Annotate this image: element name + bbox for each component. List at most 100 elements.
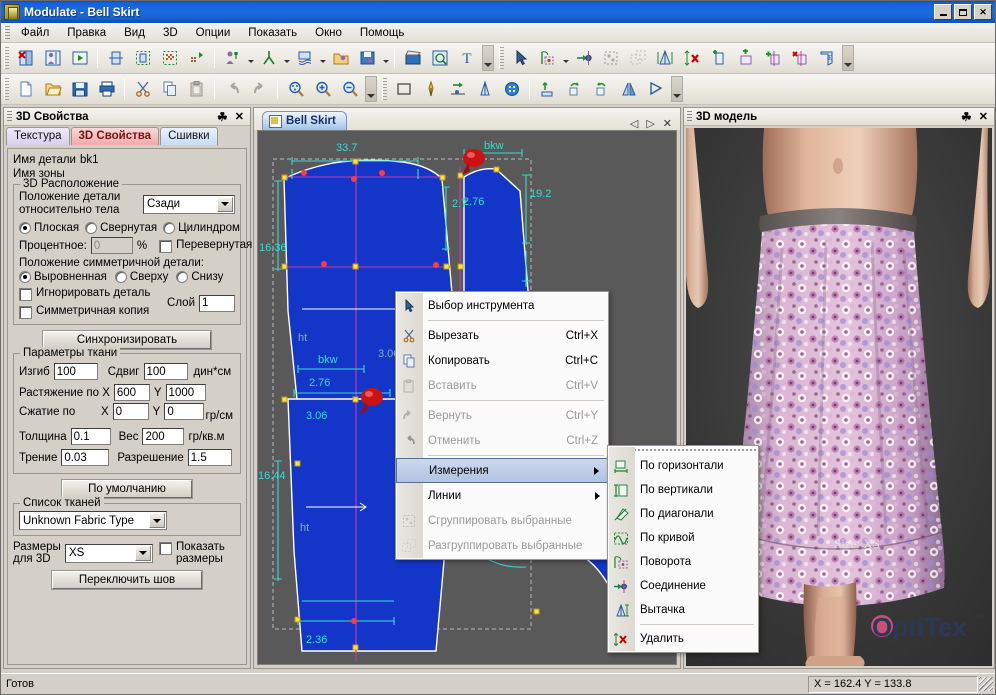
avatar-dress-icon[interactable] xyxy=(40,46,65,70)
symmetric-option-bottom[interactable]: Снизу xyxy=(176,271,223,283)
document-tab-bell-skirt[interactable]: Bell Skirt xyxy=(262,111,347,130)
mirror-icon[interactable] xyxy=(616,77,641,101)
dart-tool-icon[interactable] xyxy=(652,46,677,70)
tab-seams[interactable]: Сшивки xyxy=(160,127,218,145)
chevron-down-icon[interactable] xyxy=(561,46,570,70)
button-icon[interactable] xyxy=(499,77,524,101)
redo-icon[interactable] xyxy=(247,77,272,101)
close-icon[interactable]: ✕ xyxy=(235,110,244,124)
text-icon[interactable]: T xyxy=(454,46,479,70)
close-icon[interactable]: ✕ xyxy=(979,110,988,124)
close-button[interactable]: ✕ xyxy=(974,4,992,20)
menu-help[interactable]: Помощь xyxy=(351,25,413,41)
cylinder-icon[interactable] xyxy=(103,46,128,70)
delete-measure-icon[interactable] xyxy=(679,46,704,70)
zoom-in-icon[interactable] xyxy=(310,77,335,101)
chevron-down-icon[interactable] xyxy=(135,546,151,561)
render-icon[interactable] xyxy=(427,46,452,70)
toggle-seam-button[interactable]: Переключить шов xyxy=(52,571,202,589)
avatar-tools-icon[interactable] xyxy=(220,46,245,70)
layer-input[interactable] xyxy=(199,295,235,312)
body-position-select[interactable]: Сзади xyxy=(143,195,235,214)
group-icon[interactable] xyxy=(598,46,623,70)
flip-piece-icon[interactable] xyxy=(589,77,614,101)
friction-input[interactable] xyxy=(61,449,109,466)
chevron-down-icon[interactable] xyxy=(149,513,165,528)
measurements-submenu[interactable]: По горизонтали По вертикали По диагонали… xyxy=(607,445,759,653)
toolbar-grip[interactable] xyxy=(499,47,504,69)
dart-icon[interactable] xyxy=(472,77,497,101)
compress-x-input[interactable] xyxy=(113,403,149,420)
print-icon[interactable] xyxy=(94,77,119,101)
add-outline-icon[interactable] xyxy=(733,46,758,70)
toolbar-grip[interactable] xyxy=(4,47,9,69)
reflect-icon[interactable] xyxy=(643,77,668,101)
chevron-down-icon[interactable] xyxy=(217,197,233,212)
zoom-out-icon[interactable] xyxy=(337,77,362,101)
shape-option-folded[interactable]: Свернутая xyxy=(85,222,157,234)
menu-item-copy[interactable]: Копировать Ctrl+C xyxy=(396,348,608,373)
submenu-item-rotation[interactable]: Поворота xyxy=(608,550,758,574)
submenu-item-horizontal[interactable]: По горизонтали xyxy=(608,454,758,478)
save-avatar-icon[interactable] xyxy=(355,46,380,70)
export-piece-icon[interactable]: E xyxy=(814,46,839,70)
symmetric-option-top[interactable]: Сверху xyxy=(115,271,168,283)
mirror-copy-checkbox[interactable]: Симметричная копия xyxy=(19,305,167,319)
open-icon[interactable] xyxy=(40,77,65,101)
new-icon[interactable] xyxy=(13,77,38,101)
cloth-simulate-icon[interactable] xyxy=(13,46,38,70)
open-avatar-icon[interactable] xyxy=(328,46,353,70)
avatar-pose-icon[interactable] xyxy=(256,46,281,70)
ungroup-icon[interactable] xyxy=(625,46,650,70)
shape-option-cylinder[interactable]: Цилиндром xyxy=(163,222,240,234)
mesh-grid-icon[interactable] xyxy=(157,46,182,70)
chevron-down-icon[interactable] xyxy=(246,46,255,70)
play-simulation-icon[interactable] xyxy=(67,46,92,70)
select-arrow-icon[interactable] xyxy=(508,46,533,70)
menu-item-cut[interactable]: Вырезать Ctrl+X xyxy=(396,323,608,348)
submenu-item-curve[interactable]: По кривой xyxy=(608,526,758,550)
nav-prev-button[interactable]: ◁ xyxy=(630,117,638,130)
maximize-button[interactable] xyxy=(954,4,972,20)
panel-grip[interactable] xyxy=(687,111,692,123)
menu-options[interactable]: Опции xyxy=(187,25,240,41)
add-piece-icon[interactable] xyxy=(706,46,731,70)
tab-3d-properties[interactable]: 3D Свойства xyxy=(71,127,160,145)
shape-option-flat[interactable]: Плоская xyxy=(19,222,79,234)
resize-grip[interactable] xyxy=(979,677,993,691)
menu-edit[interactable]: Правка xyxy=(58,25,115,41)
bend-input[interactable] xyxy=(54,363,98,380)
rectangle-icon[interactable] xyxy=(391,77,416,101)
save-icon[interactable] xyxy=(67,77,92,101)
size-select[interactable]: XS xyxy=(65,544,153,563)
stretch-x-input[interactable] xyxy=(114,384,150,401)
toolbar-overflow-button[interactable] xyxy=(482,45,494,71)
menu-item-select-tool[interactable]: Выбор инструмента xyxy=(396,293,608,318)
connect-icon[interactable] xyxy=(571,46,596,70)
pin-icon[interactable]: ☘ xyxy=(961,110,972,124)
chevron-down-icon[interactable] xyxy=(318,46,327,70)
menu-show[interactable]: Показать xyxy=(239,25,306,41)
menu-view[interactable]: Вид xyxy=(115,25,154,41)
rotate-piece-icon[interactable] xyxy=(562,77,587,101)
tab-texture[interactable]: Текстура xyxy=(6,127,70,145)
menu-file[interactable]: Файл xyxy=(12,25,58,41)
toolbar-grip[interactable] xyxy=(382,78,387,100)
defaults-button[interactable]: По умолчанию xyxy=(62,480,192,498)
toolbar-overflow-button[interactable] xyxy=(842,45,854,71)
weight-input[interactable] xyxy=(142,428,184,445)
menu-3d[interactable]: 3D xyxy=(154,25,187,41)
chevron-down-icon[interactable] xyxy=(282,46,291,70)
paste-icon[interactable] xyxy=(184,77,209,101)
context-menu[interactable]: Выбор инструмента Вырезать Ctrl+X Копиро… xyxy=(395,291,609,560)
nav-next-button[interactable]: ▷ xyxy=(646,117,654,130)
movie-icon[interactable] xyxy=(400,46,425,70)
seam-icon[interactable] xyxy=(535,77,560,101)
compress-y-input[interactable] xyxy=(164,403,204,420)
undo-icon[interactable] xyxy=(220,77,245,101)
pin-icon[interactable]: ☘ xyxy=(217,110,228,124)
submenu-item-vertical[interactable]: По вертикали xyxy=(608,478,758,502)
rotate-tool-icon[interactable] xyxy=(535,46,560,70)
submenu-item-delete[interactable]: Удалить xyxy=(608,627,758,651)
copy-icon[interactable] xyxy=(157,77,182,101)
